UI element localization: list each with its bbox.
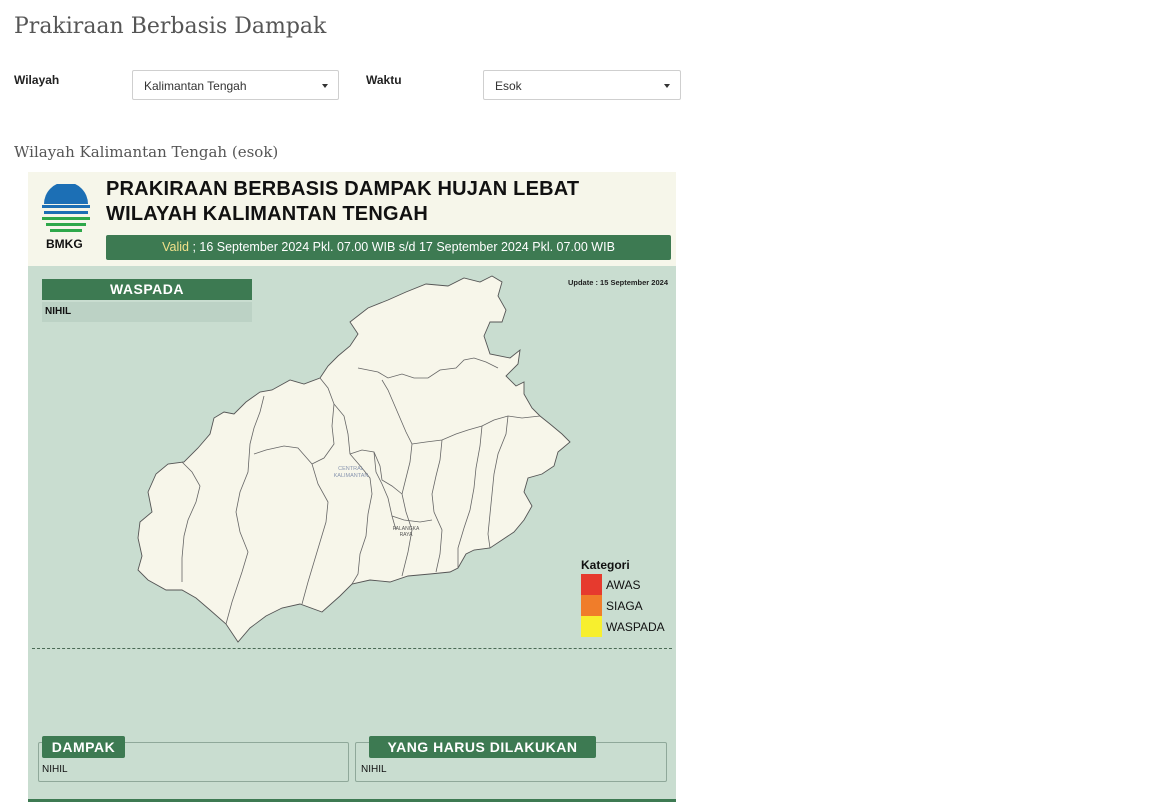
region-label: Wilayah (14, 73, 60, 87)
legend-label-siaga: SIAGA (606, 598, 643, 613)
legend-item-siaga: SIAGA (581, 595, 665, 616)
poster-title-line-2: WILAYAH KALIMANTAN TENGAH (106, 203, 429, 225)
map-legend: Kategori AWAS SIAGA WASPADA (581, 558, 665, 637)
validity-bar: Valid ; 16 September 2024 Pkl. 07.00 WIB… (106, 235, 671, 260)
chevron-down-icon (664, 84, 670, 88)
dampak-value: NIHIL (42, 764, 68, 775)
page-title: Prakiraan Berbasis Dampak (14, 14, 327, 39)
poster-header: BMKG PRAKIRAAN BERBASIS DAMPAK HUJAN LEB… (28, 172, 676, 266)
legend-swatch-siaga (581, 595, 602, 616)
bmkg-logo-icon (42, 184, 90, 232)
legend-swatch-awas (581, 574, 602, 595)
poster-title: PRAKIRAAN BERBASIS DAMPAK HUJAN LEBAT WI… (106, 177, 579, 227)
time-label: Waktu (366, 73, 402, 87)
legend-swatch-waspada (581, 616, 602, 637)
chevron-down-icon (322, 84, 328, 88)
legend-title: Kategori (581, 558, 630, 572)
tindakan-heading: YANG HARUS DILAKUKAN (369, 736, 596, 758)
valid-word: Valid (162, 240, 189, 254)
region-select[interactable]: Kalimantan Tengah (132, 70, 339, 100)
legend-label-awas: AWAS (606, 577, 641, 592)
legend-item-waspada: WASPADA (581, 616, 665, 637)
time-select-value: Esok (495, 79, 522, 93)
forecast-poster-image: BMKG PRAKIRAAN BERBASIS DAMPAK HUJAN LEB… (28, 172, 676, 802)
map-label-province-1: CENTRAL (338, 466, 364, 472)
legend-label-waspada: WASPADA (606, 619, 665, 634)
map-label-province-2: KALIMANTAN (334, 473, 369, 479)
map-label-city-2: RAYA (400, 532, 414, 538)
section-divider (32, 648, 672, 649)
tindakan-value: NIHIL (361, 764, 387, 775)
province-map: CENTRAL KALIMANTAN PALANGKA RAYA (137, 275, 571, 643)
legend-item-awas: AWAS (581, 574, 665, 595)
poster-title-line-1: PRAKIRAAN BERBASIS DAMPAK HUJAN LEBAT (106, 178, 580, 200)
bmkg-logo-text: BMKG (46, 237, 83, 251)
region-select-value: Kalimantan Tengah (144, 79, 247, 93)
time-select[interactable]: Esok (483, 70, 681, 100)
dampak-heading: DAMPAK (42, 736, 125, 758)
section-title: Wilayah Kalimantan Tengah (esok) (14, 143, 279, 161)
valid-period: ; 16 September 2024 Pkl. 07.00 WIB s/d 1… (188, 240, 615, 254)
